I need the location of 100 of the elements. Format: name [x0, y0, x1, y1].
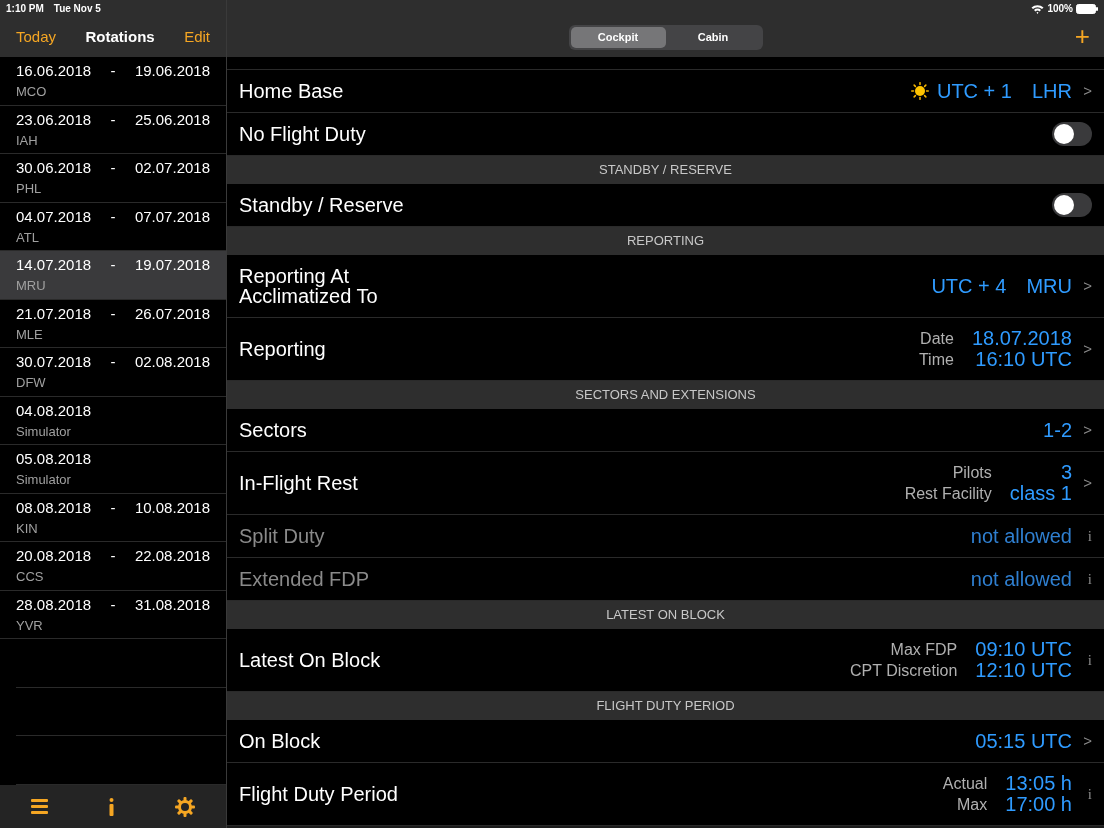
start-date: 20.08.2018 — [16, 546, 92, 566]
row-value: MRU — [1026, 274, 1072, 299]
rotation-subtitle: IAH — [16, 131, 38, 149]
start-date: 23.06.2018 — [16, 109, 92, 129]
add-button[interactable]: + — [1074, 22, 1090, 50]
row-label: Latest On Block — [239, 650, 382, 670]
row-label: No Flight Duty — [239, 124, 367, 144]
end-date: 07.07.2018 — [134, 206, 210, 226]
battery-percentage: 100% — [1047, 2, 1073, 16]
row-value: UTC + 1 — [936, 79, 1012, 104]
segment-tab[interactable]: Cabin — [665, 26, 761, 48]
detail-value: 12:10 UTC — [975, 660, 1072, 681]
row-value: not allowed — [970, 567, 1072, 592]
end-date: 25.06.2018 — [134, 109, 210, 129]
row-label: Flight Duty Period — [239, 784, 399, 804]
detail-label: Time — [918, 350, 954, 370]
end-date: 10.08.2018 — [134, 497, 210, 517]
rotation-subtitle: PHL — [16, 180, 42, 198]
start-date: 05.08.2018 — [16, 449, 92, 469]
section-header: FLIGHT DUTY PERIOD — [596, 697, 735, 716]
today-button[interactable]: Today — [16, 25, 57, 49]
date-separator: - — [110, 303, 116, 323]
rotation-item[interactable]: 14.07.2018 - 19.07.2018 MRU — [0, 251, 226, 300]
end-date: 22.08.2018 — [134, 546, 210, 566]
row-value: 05:15 UTC — [975, 729, 1072, 754]
info-icon[interactable] — [109, 797, 114, 816]
start-date: 30.07.2018 — [16, 352, 92, 372]
detail-value: 16:10 UTC — [974, 349, 1072, 370]
detail-label: CPT Discretion — [850, 661, 958, 681]
start-date: 04.08.2018 — [16, 400, 92, 420]
rotation-subtitle: MRU — [16, 277, 46, 295]
disclosure-indicator[interactable]: > — [1076, 729, 1092, 753]
section-header: STANDBY / RESERVE — [599, 161, 732, 180]
date-separator: - — [110, 158, 116, 178]
segment-tab[interactable]: Cockpit — [570, 26, 666, 48]
section-header: LATEST ON BLOCK — [606, 606, 725, 625]
start-date: 21.07.2018 — [16, 303, 92, 323]
date-separator: - — [110, 497, 116, 517]
end-date: 02.07.2018 — [134, 158, 210, 178]
date-separator: - — [110, 352, 116, 372]
detail-label: Date — [919, 329, 954, 349]
row-label: Reporting — [239, 339, 327, 359]
row-value: UTC + 4 — [931, 274, 1007, 299]
toggle-switch[interactable] — [1052, 193, 1092, 217]
rotation-subtitle: CCS — [16, 568, 44, 586]
rotation-subtitle: Simulator — [16, 422, 71, 440]
date-separator: - — [110, 255, 116, 275]
wifi-icon — [1031, 3, 1045, 14]
rotation-subtitle: Simulator — [16, 471, 71, 489]
detail-value: class 1 — [1009, 483, 1072, 504]
row-label: On Block — [239, 731, 322, 751]
end-date: 19.06.2018 — [134, 61, 210, 81]
date-separator: - — [110, 594, 116, 614]
row-label: Split Duty — [239, 526, 326, 546]
end-date: 26.07.2018 — [134, 303, 210, 323]
rotation-subtitle: MCO — [16, 83, 47, 101]
toggle-switch[interactable] — [1052, 122, 1092, 146]
end-date: 19.07.2018 — [134, 255, 210, 275]
end-date: 31.08.2018 — [134, 594, 210, 614]
detail-label: Actual — [942, 774, 988, 794]
nav-title: Rotations — [85, 26, 155, 47]
status-date: Tue Nov 5 — [53, 2, 101, 16]
disclosure-indicator[interactable]: > — [1076, 418, 1092, 442]
info-indicator[interactable]: i — [1076, 782, 1092, 806]
info-indicator[interactable]: i — [1076, 648, 1092, 672]
row-label: Reporting At Acclimatized To — [239, 266, 379, 306]
detail-value: 3 — [1059, 462, 1072, 483]
detail-label: Max — [956, 795, 988, 815]
disclosure-indicator[interactable]: > — [1076, 471, 1092, 495]
edit-button[interactable]: Edit — [184, 25, 210, 49]
section-header: REPORTING — [626, 232, 705, 251]
row-label: Extended FDP — [239, 569, 371, 589]
rotation-subtitle: YVR — [16, 616, 43, 634]
end-date: 02.08.2018 — [134, 352, 210, 372]
row-label: In-Flight Rest — [239, 473, 359, 493]
rotation-subtitle: MLE — [16, 325, 43, 343]
start-date: 14.07.2018 — [16, 255, 92, 275]
row-value: not allowed — [970, 524, 1072, 549]
rotation-subtitle: DFW — [16, 374, 46, 392]
disclosure-indicator[interactable]: > — [1076, 274, 1092, 298]
sun-icon — [910, 82, 929, 100]
start-date: 04.07.2018 — [16, 206, 92, 226]
start-date: 28.08.2018 — [16, 594, 92, 614]
detail-label: Max FDP — [889, 640, 958, 660]
rotation-subtitle: KIN — [16, 519, 38, 537]
disclosure-indicator[interactable]: > — [1076, 337, 1092, 361]
row-label: Sectors — [239, 420, 308, 440]
start-date: 08.08.2018 — [16, 497, 92, 517]
detail-value: 17:00 h — [1005, 794, 1072, 815]
date-separator: - — [110, 109, 116, 129]
detail-label: Pilots — [951, 463, 992, 483]
disclosure-indicator[interactable]: > — [1076, 79, 1092, 103]
section-header: SECTORS AND EXTENSIONS — [575, 386, 756, 405]
menu-icon[interactable] — [30, 799, 48, 814]
status-time: 1:10 PM — [6, 2, 44, 16]
date-separator: - — [110, 546, 116, 566]
rotation-subtitle: ATL — [16, 228, 39, 246]
date-separator: - — [110, 61, 116, 81]
battery-icon — [1076, 3, 1098, 14]
date-separator: - — [110, 206, 116, 226]
